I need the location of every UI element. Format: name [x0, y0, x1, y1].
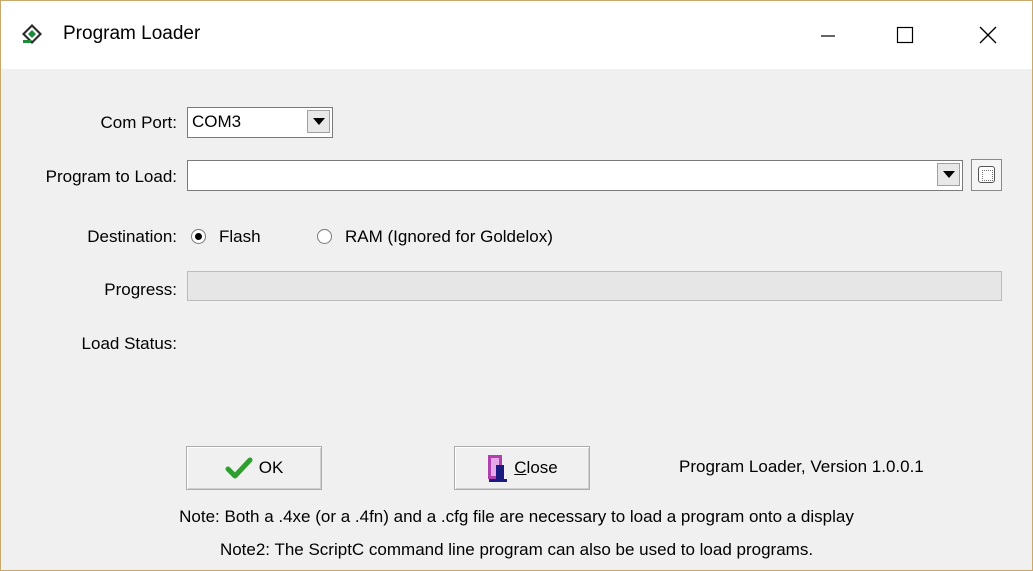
program-to-load-label: Program to Load: — [45, 167, 177, 186]
note-line-2: Note2: The ScriptC command line program … — [219, 540, 814, 559]
maximize-button[interactable] — [859, 1, 951, 69]
chevron-down-icon[interactable] — [307, 110, 330, 133]
flash-radio-label[interactable]: Flash — [219, 227, 261, 247]
close-icon — [979, 26, 997, 44]
window-title: Program Loader — [63, 23, 201, 44]
flash-radio[interactable] — [191, 229, 206, 244]
com-port-value: COM3 — [192, 112, 242, 131]
close-button-label: Close — [514, 458, 558, 477]
program-loader-window: Program Loader Com Port: COM3 Program to… — [0, 0, 1033, 571]
door-icon — [488, 455, 508, 482]
ram-radio[interactable] — [317, 229, 332, 244]
maximize-icon — [896, 26, 914, 44]
minimize-icon — [821, 35, 835, 37]
close-window-button[interactable] — [942, 1, 1033, 69]
ok-button[interactable]: OK — [186, 446, 322, 490]
com-port-select[interactable]: COM3 — [187, 107, 333, 138]
title-bar[interactable]: Program Loader — [1, 1, 1032, 69]
note-line-1: Note: Both a .4xe (or a .4fn) and a .cfg… — [179, 507, 854, 526]
checkmark-icon — [225, 457, 253, 479]
version-text: Program Loader, Version 1.0.0.1 — [679, 457, 924, 476]
browse-icon — [978, 166, 995, 183]
app-logo-icon — [21, 23, 43, 45]
progress-bar — [187, 271, 1002, 301]
load-status-label: Load Status: — [81, 334, 177, 353]
browse-button[interactable] — [971, 159, 1002, 191]
program-to-load-select[interactable] — [187, 160, 963, 191]
destination-label: Destination: — [87, 227, 177, 246]
progress-label: Progress: — [104, 280, 177, 299]
chevron-down-icon[interactable] — [937, 163, 960, 186]
ok-button-label: OK — [258, 458, 284, 477]
ram-radio-label[interactable]: RAM (Ignored for Goldelox) — [345, 227, 553, 247]
close-button[interactable]: Close — [454, 446, 590, 490]
com-port-label: Com Port: — [100, 113, 177, 132]
